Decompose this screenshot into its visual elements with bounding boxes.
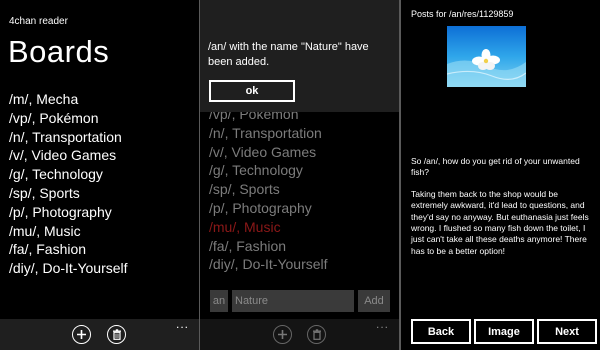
more-button[interactable]: ... bbox=[176, 318, 189, 330]
app-title: 4chan reader bbox=[9, 16, 68, 27]
more-button[interactable]: ... bbox=[376, 318, 389, 330]
posts-title: Posts for /an/res/1129859 bbox=[411, 9, 514, 19]
add-button[interactable]: Add bbox=[358, 290, 390, 312]
post-paragraph: So /an/, how do you get rid of your unwa… bbox=[411, 156, 580, 178]
board-item-sp[interactable]: /sp/, Sports bbox=[9, 184, 128, 203]
board-list-dimmed: /vp/, Pokémon /n/, Transportation /v/, V… bbox=[209, 105, 328, 274]
board-item-n: /n/, Transportation bbox=[209, 124, 322, 141]
page-title: Boards bbox=[8, 34, 110, 69]
add-icon bbox=[77, 330, 86, 339]
board-item-diy[interactable]: /diy/, Do-It-Yourself bbox=[9, 259, 128, 278]
board-item-v[interactable]: /v/, Video Games bbox=[9, 146, 128, 165]
board-name-input[interactable]: Nature bbox=[232, 290, 354, 312]
delete-board-button[interactable] bbox=[107, 325, 126, 344]
ok-button[interactable]: ok bbox=[209, 80, 295, 102]
confirmation-dialog: /an/ with the name "Nature" have been ad… bbox=[200, 0, 399, 112]
dialog-message: /an/ with the name "Nature" have been ad… bbox=[208, 41, 369, 68]
add-board-button[interactable] bbox=[72, 325, 91, 344]
board-item-diy: /diy/, Do-It-Yourself bbox=[209, 256, 328, 273]
next-button[interactable]: Next bbox=[537, 319, 597, 344]
app-bar: ... bbox=[0, 318, 199, 350]
board-item-g: /g/, Technology bbox=[209, 162, 303, 179]
board-item-sp: /sp/, Sports bbox=[209, 181, 280, 198]
board-item-mu[interactable]: /mu/, Music bbox=[9, 222, 128, 241]
board-item-fa[interactable]: /fa/, Fashion bbox=[9, 240, 128, 259]
boards-screen: 4chan reader Boards /m/, Mecha /vp/, Pok… bbox=[0, 0, 199, 350]
board-item-p: /p/, Photography bbox=[209, 199, 312, 216]
add-board-button[interactable] bbox=[273, 325, 292, 344]
board-list: /m/, Mecha /vp/, Pokémon /n/, Transporta… bbox=[9, 90, 128, 278]
post-body: So /an/, how do you get rid of your unwa… bbox=[411, 156, 594, 267]
delete-icon bbox=[112, 329, 121, 340]
board-item-m[interactable]: /m/, Mecha bbox=[9, 90, 128, 109]
post-navigation: Back Image Next bbox=[411, 319, 597, 344]
post-image[interactable] bbox=[447, 26, 526, 87]
board-item-v: /v/, Video Games bbox=[209, 143, 317, 160]
app-bar: ... bbox=[200, 318, 399, 350]
add-icon bbox=[278, 330, 287, 339]
add-board-form: an Nature Add bbox=[210, 290, 390, 312]
board-item-mu: /mu/, Music bbox=[209, 218, 281, 235]
delete-board-button[interactable] bbox=[307, 325, 326, 344]
board-item-vp[interactable]: /vp/, Pokémon bbox=[9, 109, 128, 128]
board-item-p[interactable]: /p/, Photography bbox=[9, 203, 128, 222]
posts-screen: Posts for /an/res/1129859 So /an/, how d… bbox=[401, 0, 600, 350]
image-button[interactable]: Image bbox=[474, 319, 534, 344]
board-code-input[interactable]: an bbox=[210, 290, 228, 312]
board-item-fa: /fa/, Fashion bbox=[209, 237, 287, 254]
flower-water-image bbox=[447, 26, 526, 87]
board-item-n[interactable]: /n/, Transportation bbox=[9, 128, 128, 147]
add-board-screen: /vp/, Pokémon /n/, Transportation /v/, V… bbox=[200, 0, 399, 350]
board-item-g[interactable]: /g/, Technology bbox=[9, 165, 128, 184]
post-paragraph: Taking them back to the shop would be ex… bbox=[411, 188, 589, 256]
delete-icon bbox=[312, 329, 321, 340]
back-button[interactable]: Back bbox=[411, 319, 471, 344]
